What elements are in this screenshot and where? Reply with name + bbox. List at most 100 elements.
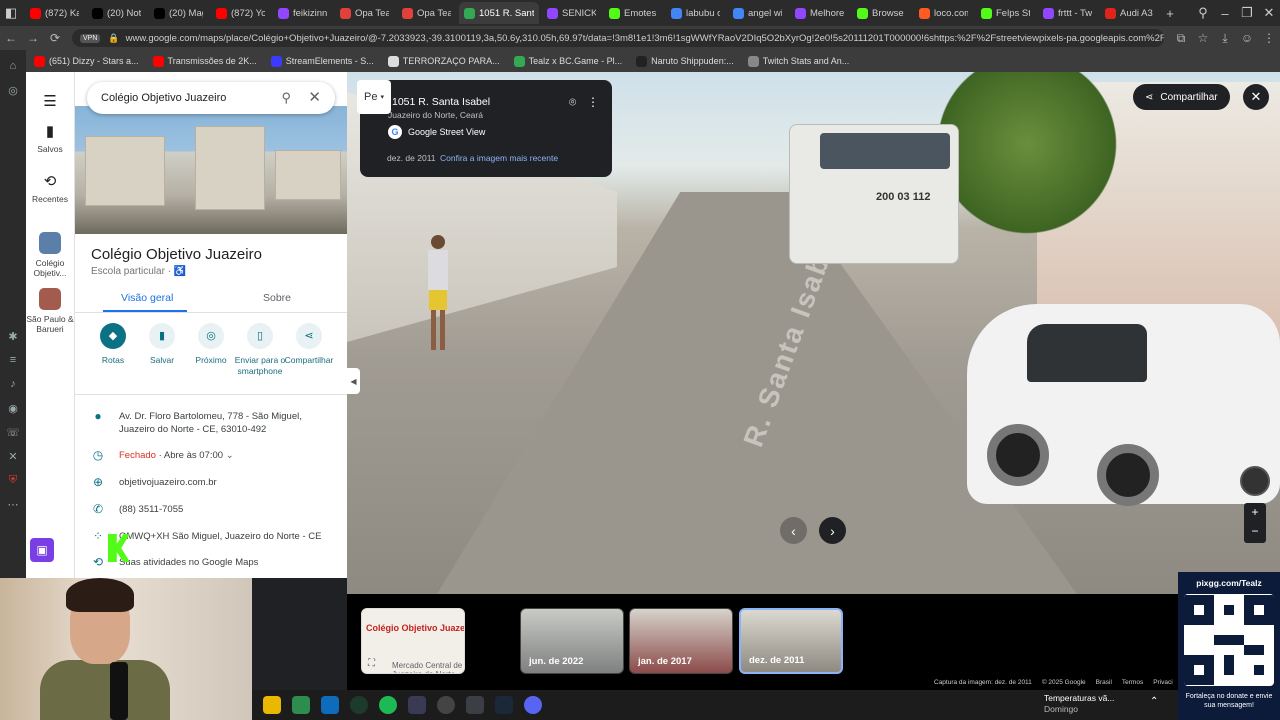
prev-photo-button[interactable]: ‹ [780,517,807,544]
browser-tab[interactable]: Opa Teal [335,2,394,24]
vpn-badge[interactable]: VPN [80,33,101,43]
browser-tab[interactable]: Audi A3 [1100,2,1159,24]
latest-image-link[interactable]: Confira a imagem mais recente [440,153,558,163]
bookmark-item[interactable]: Transmissões de 2K... [152,55,257,67]
reload-icon[interactable]: ⟳ [44,31,66,45]
weather-widget[interactable]: Temperaturas vã... Domingo [1044,693,1114,715]
terms-link[interactable]: Termos [1122,679,1143,686]
profile-icon[interactable]: ☺ [1236,31,1258,45]
region-link[interactable]: Brasil [1096,679,1112,686]
forward-icon[interactable]: → [22,31,44,45]
more-icon[interactable]: ⋯ [5,496,21,512]
rail-recent-place-1[interactable]: Colégio Objetiv... [26,232,74,278]
whatsapp-icon[interactable]: ☏ [5,424,21,440]
browser-tab[interactable]: labubu o [666,2,725,24]
x-icon[interactable]: ✕ [5,448,21,464]
compass-icon[interactable]: ◎ [5,82,21,98]
store-icon[interactable] [292,696,310,714]
chevron-up-icon[interactable]: ⌃ [1150,696,1158,707]
url-input[interactable]: VPN 🔒 www.google.com/maps/place/Colégio+… [72,29,1164,47]
browser-tab[interactable]: (872) You [211,2,270,24]
close-streetview-button[interactable]: ✕ [1243,84,1269,110]
tab-about[interactable]: Sobre [263,292,291,304]
tab-actions-icon[interactable]: ◧ [0,5,22,21]
discord-icon[interactable] [524,696,542,714]
menu-button[interactable]: ☰ [26,92,74,110]
collapse-panel-button[interactable]: ◀ [347,368,360,394]
browser-tab[interactable]: angel wir [728,2,787,24]
lock-icon[interactable]: 🔒 [108,33,119,44]
zoom-out-button[interactable]: − [1244,522,1266,541]
next-photo-button[interactable]: › [819,517,846,544]
bookmark-item[interactable]: Tealz x BC.Game - Pl... [513,55,622,67]
outlook-icon[interactable] [321,696,339,714]
messenger-icon[interactable]: ◉ [5,400,21,416]
photo-thumb-2022[interactable]: jun. de 2022 [520,608,624,674]
close-window-icon[interactable]: ✕ [1258,5,1280,21]
browser-tab[interactable]: 1051 R. Santa Isab [459,2,539,24]
directions-button[interactable]: ◆ Rotas [85,323,141,366]
obs-icon[interactable] [437,696,455,714]
website-row[interactable]: ⊕ objetivojuazeiro.com.br [91,476,217,489]
bookmark-item[interactable]: (651) Dizzy - Stars a... [34,55,139,67]
file-explorer-icon[interactable] [263,696,281,714]
home-icon[interactable]: ⌂ [5,58,21,74]
place-photo[interactable] [75,106,347,234]
browser-tab[interactable]: frttt - Twi [1038,2,1097,24]
expand-icon[interactable]: ⛶ [368,658,375,669]
bookmark-item[interactable]: Twitch Stats and An... [747,55,849,67]
rail-recent-place-2[interactable]: São Paulo & Barueri [26,288,74,334]
settings-icon[interactable] [466,696,484,714]
more-vert-icon[interactable]: ⋮ [587,95,599,109]
compass-control[interactable] [1240,466,1270,496]
search-icon[interactable]: ⚲ [281,90,291,106]
photo-thumb-2011[interactable]: dez. de 2011 [739,608,843,674]
browser-tab[interactable]: Opa Teal [397,2,456,24]
browser-tab[interactable]: SENICK [542,2,601,24]
tiktok-icon[interactable]: ♪ [5,376,21,392]
hours-row[interactable]: ◷ Fechado · Abre às 07:00 ⌄ [91,449,234,462]
search-input[interactable]: Colégio Objetivo Juazeiro ⚲ ✕ [87,82,335,114]
tab-overview[interactable]: Visão geral [121,292,173,304]
steam-icon[interactable] [495,696,513,714]
search-tabs-icon[interactable]: ⚲ [1192,5,1214,21]
browser-tab[interactable]: Felps Str [976,2,1035,24]
rail-saved[interactable]: ▮ Salvos [26,122,74,154]
share-button[interactable]: ⋖ Compartilhar [281,323,337,366]
save-button[interactable]: ▮ Salvar [134,323,190,366]
privacy-link[interactable]: Privaci [1153,679,1173,686]
map-thumbnail[interactable]: Colégio Objetivo Juazeiro ● Mercado Cent… [361,608,465,674]
restore-icon[interactable]: ❐ [1236,5,1258,21]
zoom-in-button[interactable]: + [1244,503,1266,522]
address-row[interactable]: ● Av. Dr. Floro Bartolomeu, 778 - São Mig… [91,410,329,436]
bookmark-star-icon[interactable]: ☆ [1192,31,1214,45]
bookmark-item[interactable]: TERRORZAÇO PARA... [387,55,500,67]
pegman-button[interactable]: Pe ▾ [357,80,391,114]
nearby-button[interactable]: ◎ Próximo [183,323,239,366]
shield-icon[interactable]: ⛨ [5,472,21,488]
browser-tab[interactable]: (20) Noti [87,2,146,24]
minimize-icon[interactable]: – [1214,6,1236,21]
back-icon[interactable]: ← [0,31,22,45]
browser-tab[interactable]: loco.com [914,2,973,24]
browser-tab[interactable]: feikizinn [273,2,332,24]
extensions-icon[interactable]: ⋮ [1258,31,1280,45]
location-pin-icon[interactable]: ⌾ [569,95,576,110]
share-streetview-button[interactable]: ⋖ Compartilhar [1133,84,1230,110]
app-icon[interactable] [408,696,426,714]
spotify-icon[interactable] [379,696,397,714]
photo-thumb-2017[interactable]: jan. de 2017 [629,608,733,674]
download-icon[interactable]: ⤓ [1214,31,1236,46]
browser-tab[interactable]: Emotes [604,2,663,24]
browser-tab[interactable]: Melhore [790,2,849,24]
star-icon[interactable]: ✱ [5,328,21,344]
install-icon[interactable]: ⧉ [1170,31,1192,46]
chevron-down-icon[interactable]: ⌄ [226,450,234,461]
browser-tab[interactable]: (872) Kai [25,2,84,24]
browser-tab[interactable]: Browse [852,2,911,24]
bookmark-item[interactable]: Naruto Shippuden:... [636,55,734,67]
bookmark-item[interactable]: StreamElements - S... [270,55,374,67]
close-icon[interactable]: ✕ [308,88,321,106]
edge-icon[interactable] [350,696,368,714]
list-icon[interactable]: ≡ [5,352,21,368]
